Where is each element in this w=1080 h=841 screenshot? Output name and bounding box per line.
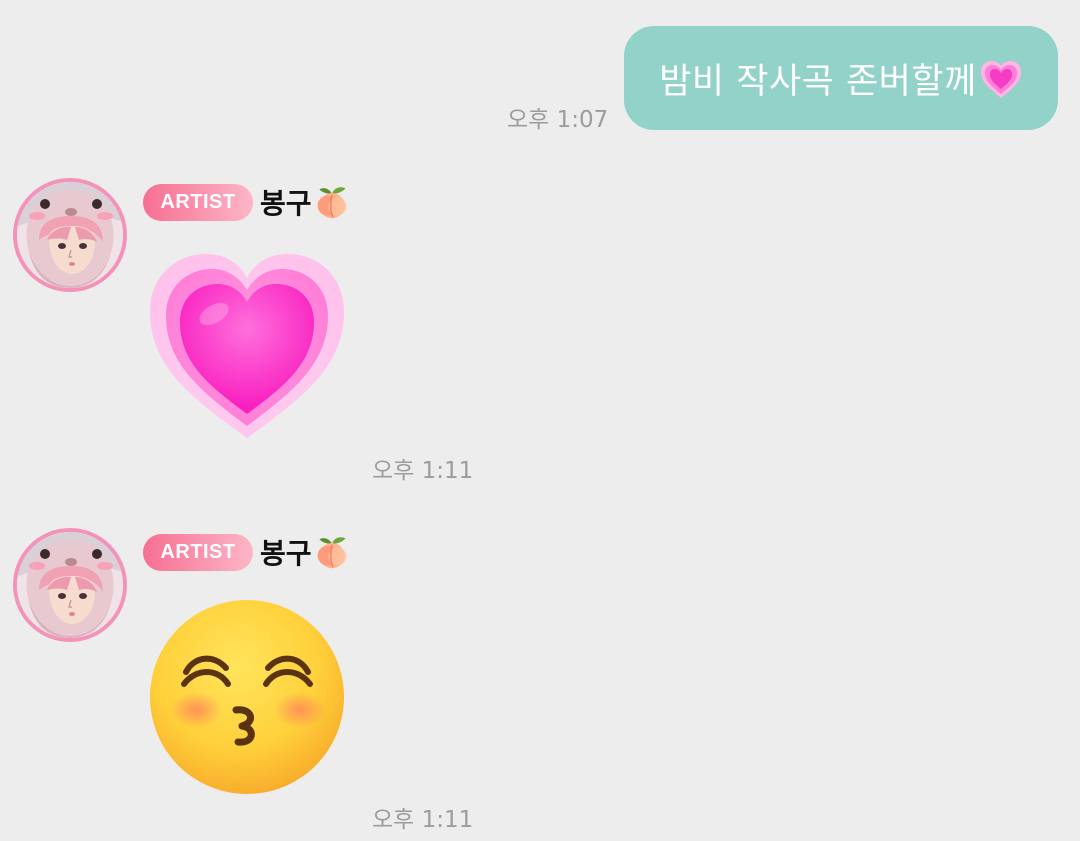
chat-screen: 밤비 작사곡 존버할께 오후 1:07 ARTIST 봉구 오후 1:11 AR… [0,0,1080,841]
outgoing-message-text: 밤비 작사곡 존버할께 [659,53,1023,104]
kissing-face-sticker[interactable] [148,598,346,796]
sender-name[interactable]: 봉구 [260,532,350,572]
pink-heart-icon [150,254,344,438]
sender-name-label: 봉구 [260,537,312,570]
avatar[interactable] [13,178,127,292]
outgoing-timestamp: 오후 1:07 [507,107,609,133]
artist-badge: ARTIST [143,184,253,221]
kissing-face-icon [150,600,344,794]
avatar-image [17,182,123,288]
outgoing-message-bubble[interactable]: 밤비 작사곡 존버할께 [624,26,1058,130]
avatar-image [17,532,123,638]
message-timestamp: 오후 1:11 [372,807,474,833]
heart-sticker[interactable] [148,252,346,440]
peach-icon [314,534,350,570]
peach-icon [314,184,350,220]
sender-name-label: 봉구 [260,187,312,220]
artist-badge: ARTIST [143,534,253,571]
avatar[interactable] [13,528,127,642]
outgoing-message-label: 밤비 작사곡 존버할께 [659,61,977,102]
growing-heart-icon [980,60,1021,98]
sender-name[interactable]: 봉구 [260,182,350,222]
message-timestamp: 오후 1:11 [372,458,474,484]
